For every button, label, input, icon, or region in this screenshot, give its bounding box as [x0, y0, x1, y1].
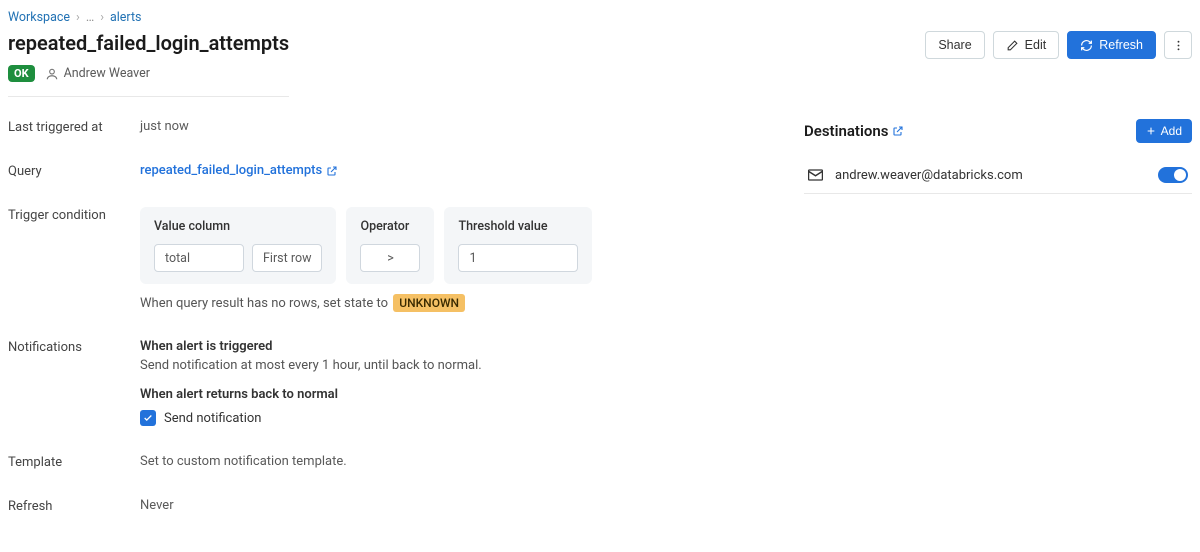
- threshold-input[interactable]: 1: [458, 244, 578, 272]
- value-column-input[interactable]: total: [154, 244, 244, 272]
- page-title: repeated_failed_login_attempts: [8, 31, 289, 55]
- destination-email: andrew.weaver@databricks.com: [835, 168, 1146, 183]
- breadcrumb: Workspace › … › alerts: [8, 10, 1192, 25]
- destination-item: andrew.weaver@databricks.com: [804, 157, 1192, 194]
- header-actions: Share Edit Refresh: [925, 31, 1192, 59]
- refresh-icon: [1080, 39, 1093, 52]
- external-link-icon[interactable]: [892, 125, 904, 137]
- destinations-title: Destinations: [804, 122, 904, 140]
- user-icon: [45, 67, 59, 81]
- unknown-badge: UNKNOWN: [393, 294, 465, 312]
- breadcrumb-parent[interactable]: alerts: [110, 10, 142, 25]
- query-label: Query: [8, 163, 140, 179]
- notif-normal-head: When alert returns back to normal: [140, 387, 764, 402]
- query-link[interactable]: repeated_failed_login_attempts: [140, 163, 338, 178]
- external-link-icon: [326, 165, 338, 177]
- edit-button[interactable]: Edit: [993, 31, 1060, 59]
- mail-icon: [808, 169, 823, 181]
- refresh-button[interactable]: Refresh: [1067, 31, 1156, 59]
- threshold-card: Threshold value 1: [444, 207, 592, 284]
- chevron-right-icon: ›: [100, 10, 104, 25]
- breadcrumb-ellipsis: …: [86, 10, 94, 25]
- owner: Andrew Weaver: [45, 66, 150, 81]
- value-column-row-select[interactable]: First row: [252, 244, 322, 272]
- dots-vertical-icon: [1172, 39, 1185, 52]
- owner-name: Andrew Weaver: [64, 66, 150, 81]
- template-value: Set to custom notification template.: [140, 454, 764, 470]
- more-button[interactable]: [1164, 31, 1192, 59]
- notif-normal-check-label: Send notification: [164, 411, 261, 426]
- notifications-label: Notifications: [8, 339, 140, 426]
- threshold-label: Threshold value: [458, 219, 578, 234]
- last-triggered-value: just now: [140, 119, 764, 135]
- add-destination-button[interactable]: Add: [1136, 119, 1192, 143]
- last-triggered-label: Last triggered at: [8, 119, 140, 135]
- refresh-label: Refresh: [8, 498, 140, 514]
- operator-label: Operator: [360, 219, 420, 234]
- send-notification-checkbox[interactable]: [140, 410, 156, 426]
- operator-select[interactable]: >: [360, 244, 420, 272]
- refresh-value: Never: [140, 498, 764, 514]
- value-column-card: Value column total First row: [140, 207, 336, 284]
- chevron-right-icon: ›: [76, 10, 80, 25]
- check-icon: [143, 413, 153, 423]
- plus-icon: [1146, 126, 1156, 136]
- condition-note: When query result has no rows, set state…: [140, 296, 764, 311]
- breadcrumb-root[interactable]: Workspace: [8, 10, 70, 25]
- operator-card: Operator >: [346, 207, 434, 284]
- status-badge: OK: [8, 65, 35, 82]
- notif-triggered-body: Send notification at most every 1 hour, …: [140, 358, 764, 373]
- trigger-label: Trigger condition: [8, 207, 140, 311]
- notif-triggered-head: When alert is triggered: [140, 339, 764, 354]
- destination-toggle[interactable]: [1158, 167, 1188, 183]
- share-button[interactable]: Share: [925, 31, 984, 59]
- template-label: Template: [8, 454, 140, 470]
- value-column-label: Value column: [154, 219, 322, 234]
- edit-icon: [1006, 39, 1019, 52]
